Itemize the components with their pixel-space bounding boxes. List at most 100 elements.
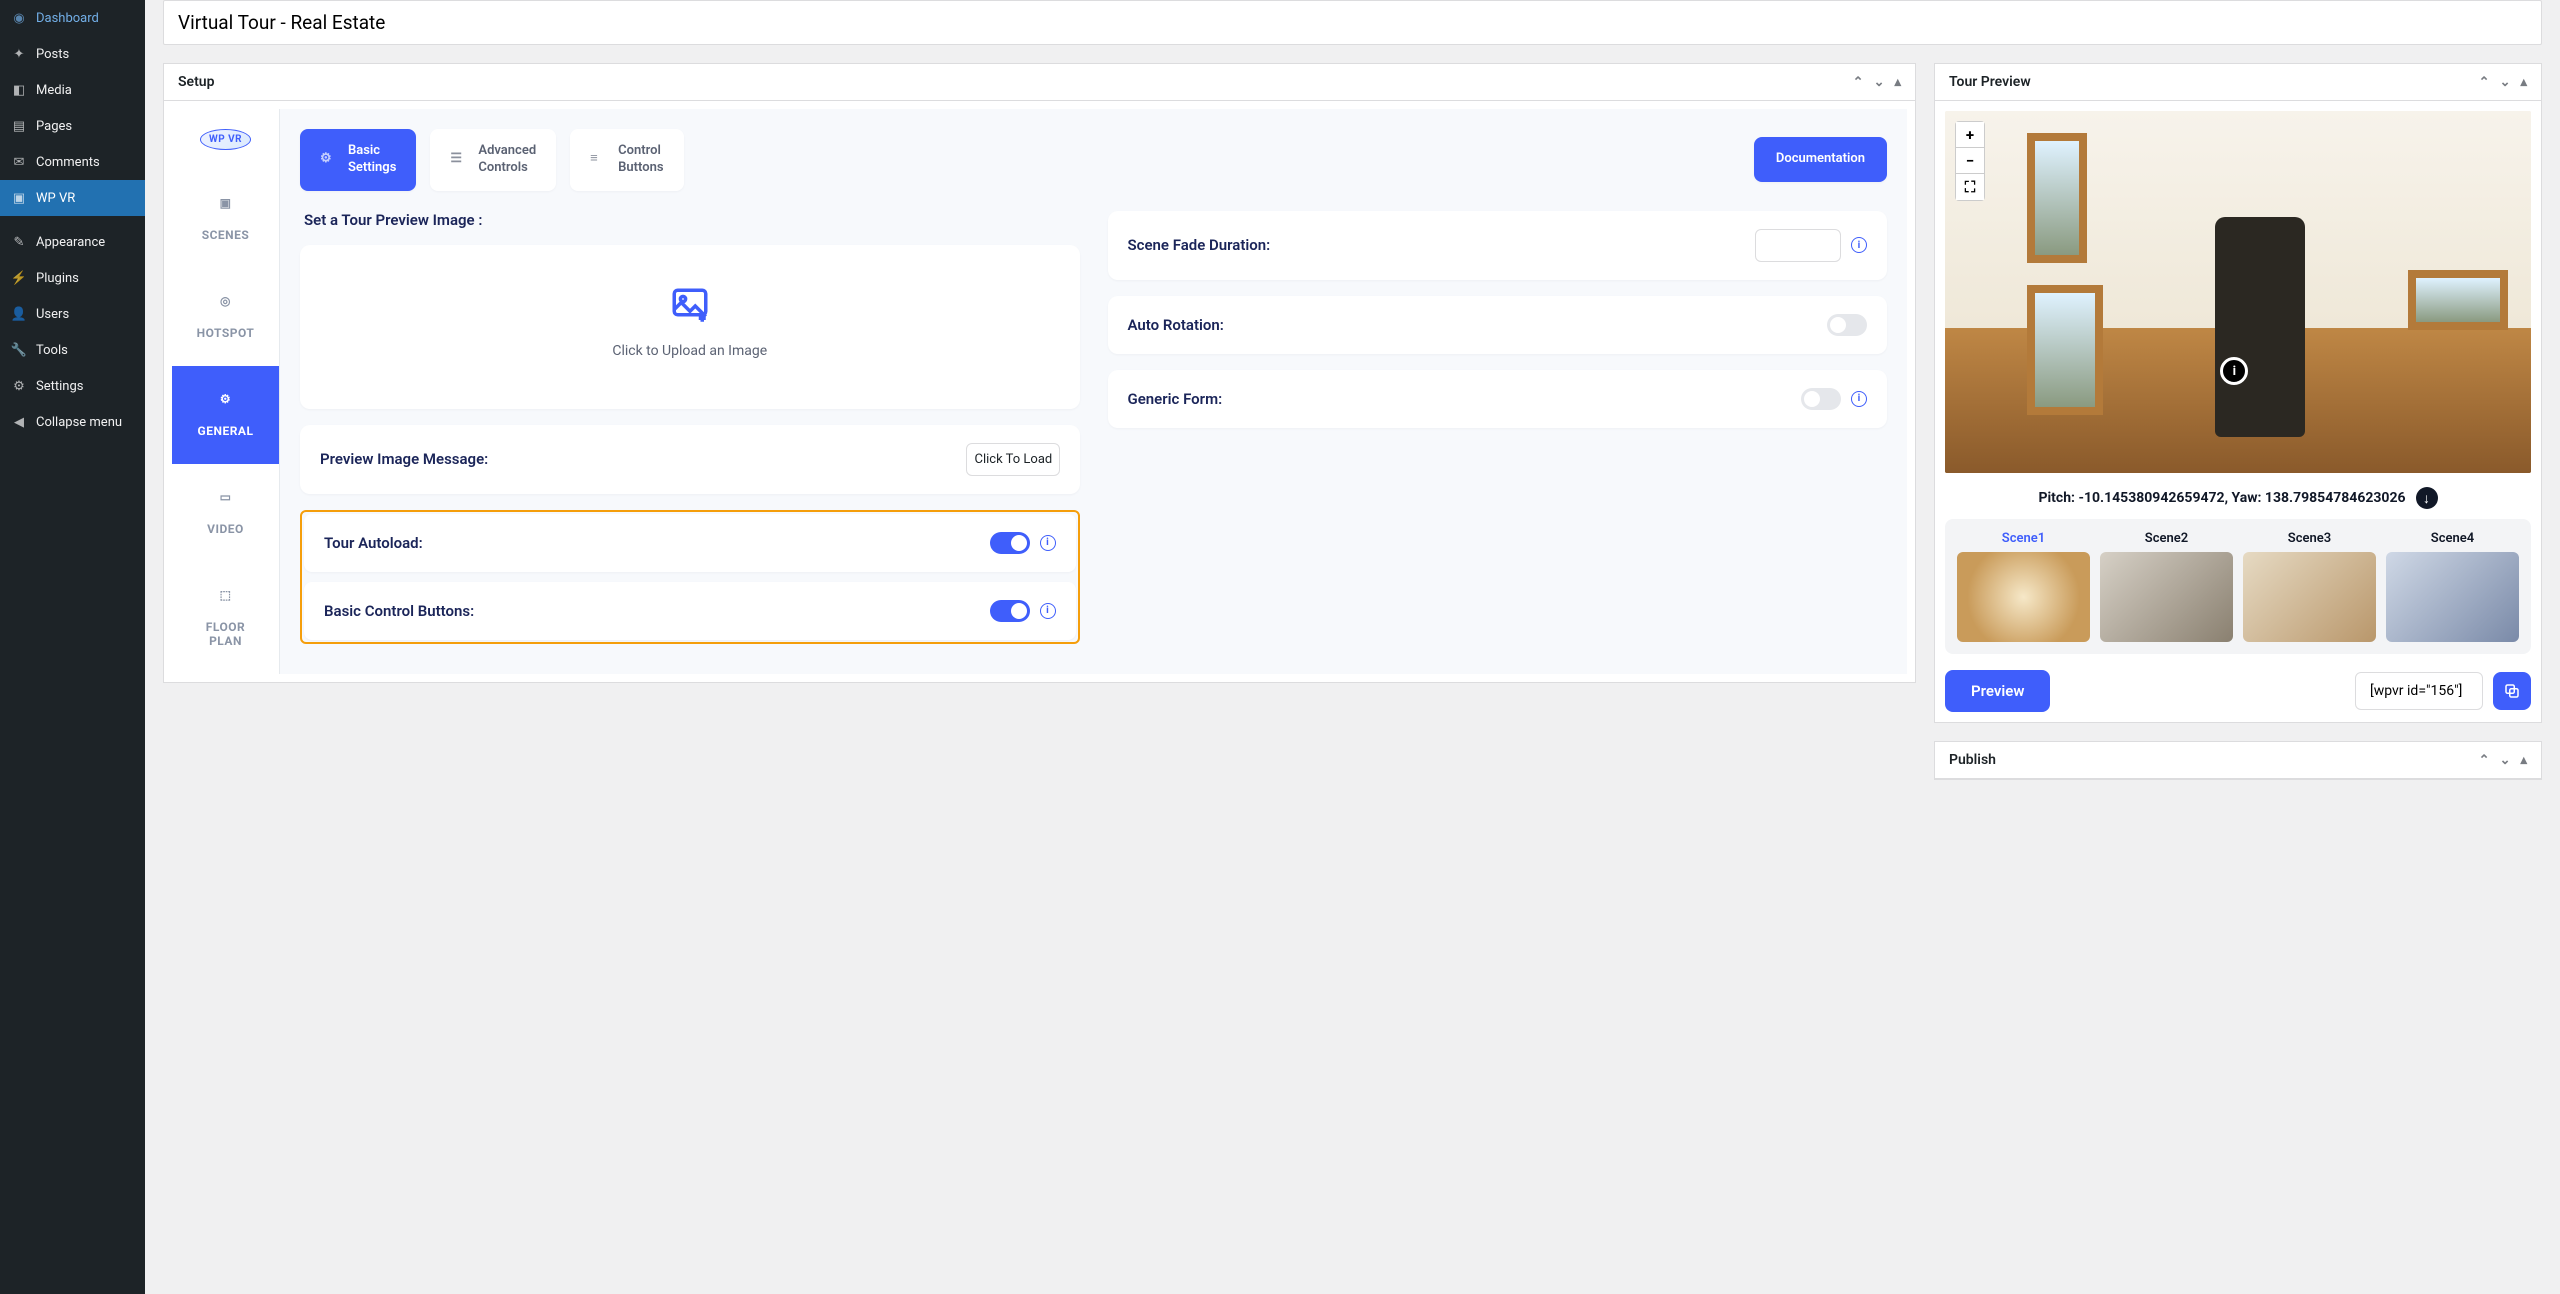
autorotation-label: Auto Rotation:: [1128, 316, 1224, 334]
tab-video[interactable]: ▭VIDEO: [172, 464, 279, 562]
generic-form-label: Generic Form:: [1128, 390, 1223, 408]
setup-horizontal-tabs: ⚙BasicSettings ☰AdvancedControls ≡Contro…: [300, 129, 1887, 191]
vr-icon: ▣: [10, 189, 28, 207]
panorama-viewport[interactable]: i + − ⛶: [1945, 111, 2531, 473]
tab-hotspot[interactable]: ◎HOTSPOT: [172, 268, 279, 366]
sidebar-item-comments[interactable]: ✉Comments: [0, 144, 145, 180]
highlighted-settings: Tour Autoload: i Basic Cont: [300, 510, 1080, 644]
video-icon: ▭: [215, 490, 237, 512]
triangle-up-icon[interactable]: ▴: [2520, 75, 2527, 90]
fullscreen-button[interactable]: ⛶: [1956, 174, 1984, 200]
map-icon: ⬚: [215, 588, 237, 610]
sidebar-item-label: Dashboard: [36, 11, 99, 26]
htab-control-buttons[interactable]: ≡ControlButtons: [570, 129, 683, 191]
preview-image-heading: Set a Tour Preview Image :: [300, 211, 1080, 229]
brush-icon: ✎: [10, 233, 28, 251]
tour-preview-panel: Tour Preview ⌃ ⌄ ▴: [1934, 63, 2542, 723]
scene-thumb-1[interactable]: Scene1: [1957, 531, 2090, 642]
publish-panel-header: Publish ⌃ ⌄ ▴: [1935, 742, 2541, 779]
plug-icon: ⚡: [10, 269, 28, 287]
setup-panel: Setup ⌃ ⌄ ▴ WP VR ▣SCENES ◎HOTSPOT ⚙GENE…: [163, 63, 1916, 683]
caret-down-icon[interactable]: ⌄: [2500, 753, 2511, 768]
generic-form-toggle[interactable]: [1801, 388, 1841, 410]
wpvr-logo: WP VR: [200, 129, 251, 150]
wp-admin-sidebar: ◉ Dashboard ✦Posts ◧Media ▤Pages ✉Comment…: [0, 0, 145, 1294]
user-icon: 👤: [10, 305, 28, 323]
caret-up-icon[interactable]: ⌃: [2479, 753, 2490, 768]
sidebar-item-label: Users: [36, 307, 69, 322]
sidebar-item-appearance[interactable]: ✎Appearance: [0, 224, 145, 260]
scene-thumb-4[interactable]: Scene4: [2386, 531, 2519, 642]
tab-scenes[interactable]: ▣SCENES: [172, 170, 279, 268]
zoom-in-button[interactable]: +: [1956, 122, 1984, 148]
preview-panel-title: Tour Preview: [1949, 74, 2031, 90]
info-icon[interactable]: i: [1851, 391, 1867, 407]
fade-duration-row: Scene Fade Duration: i: [1108, 211, 1888, 280]
media-icon: ◧: [10, 81, 28, 99]
sidebar-item-label: Tools: [36, 343, 68, 358]
sidebar-item-wpvr[interactable]: ▣ WP VR: [0, 180, 145, 216]
caret-up-icon[interactable]: ⌃: [1853, 75, 1864, 90]
autoload-toggle[interactable]: [990, 532, 1030, 554]
sidebar-item-media[interactable]: ◧Media: [0, 72, 145, 108]
triangle-up-icon[interactable]: ▴: [1894, 75, 1901, 90]
tab-general[interactable]: ⚙GENERAL: [172, 366, 279, 464]
copy-icon: [2503, 682, 2521, 700]
tour-title-input[interactable]: [163, 0, 2542, 45]
download-coords-button[interactable]: ↓: [2416, 487, 2438, 509]
sidebar-item-settings[interactable]: ⚙ Settings: [0, 368, 145, 404]
sidebar-item-collapse[interactable]: ◀ Collapse menu: [0, 404, 145, 440]
shortcode-input[interactable]: [2355, 672, 2483, 710]
collapse-icon: ◀: [10, 413, 28, 431]
info-icon[interactable]: i: [1040, 603, 1056, 619]
target-icon: ◎: [215, 294, 237, 316]
settings-icon: ⚙: [10, 377, 28, 395]
sidebar-item-tools[interactable]: 🔧Tools: [0, 332, 145, 368]
pitch-yaw-readout: Pitch: -10.145380942659472, Yaw: 138.798…: [1945, 473, 2531, 519]
image-upload-icon: [669, 285, 711, 327]
main-content: Setup ⌃ ⌄ ▴ WP VR ▣SCENES ◎HOTSPOT ⚙GENE…: [145, 0, 2560, 1294]
info-icon[interactable]: i: [1851, 237, 1867, 253]
sidebar-item-pages[interactable]: ▤Pages: [0, 108, 145, 144]
triangle-up-icon[interactable]: ▴: [2520, 753, 2527, 768]
basic-controls-label: Basic Control Buttons:: [324, 602, 474, 620]
caret-up-icon[interactable]: ⌃: [2479, 75, 2490, 90]
gear-icon: ⚙: [320, 151, 338, 169]
preview-message-row: Preview Image Message: Click To Load: [300, 425, 1080, 494]
upload-preview-image[interactable]: Click to Upload an Image: [300, 245, 1080, 409]
fade-duration-input[interactable]: [1755, 229, 1841, 262]
scene-thumbnails: Scene1 Scene2 Scene3 Scene4: [1945, 519, 2531, 654]
sidebar-item-label: Settings: [36, 379, 83, 394]
setup-vertical-tabs: WP VR ▣SCENES ◎HOTSPOT ⚙GENERAL ▭VIDEO ⬚…: [172, 109, 280, 674]
documentation-button[interactable]: Documentation: [1754, 137, 1887, 182]
sidebar-item-label: Comments: [36, 155, 100, 170]
tab-floorplan[interactable]: ⬚FLOORPLAN: [172, 562, 279, 674]
scene-thumb-3[interactable]: Scene3: [2243, 531, 2376, 642]
htab-basic-settings[interactable]: ⚙BasicSettings: [300, 129, 416, 191]
publish-panel-title: Publish: [1949, 752, 1996, 768]
sidebar-item-dashboard[interactable]: ◉ Dashboard: [0, 0, 145, 36]
sidebar-item-posts[interactable]: ✦Posts: [0, 36, 145, 72]
setup-panel-header: Setup ⌃ ⌄ ▴: [164, 64, 1915, 101]
adjust-icon: ≡: [590, 151, 608, 169]
autorotation-toggle[interactable]: [1827, 314, 1867, 336]
htab-advanced-controls[interactable]: ☰AdvancedControls: [430, 129, 556, 191]
caret-down-icon[interactable]: ⌄: [1874, 75, 1885, 90]
sidebar-item-plugins[interactable]: ⚡Plugins: [0, 260, 145, 296]
copy-shortcode-button[interactable]: [2493, 672, 2531, 710]
preview-message-input[interactable]: Click To Load: [966, 443, 1060, 476]
pitch-text: Pitch: -10.145380942659472, Yaw: 138.798…: [2038, 490, 2405, 506]
thumbnail-image: [1957, 552, 2090, 642]
gauge-icon: ◉: [10, 9, 28, 27]
caret-down-icon[interactable]: ⌄: [2500, 75, 2511, 90]
info-icon[interactable]: i: [1040, 535, 1056, 551]
zoom-out-button[interactable]: −: [1956, 148, 1984, 174]
sidebar-item-label: Collapse menu: [36, 415, 122, 430]
setup-content: ⚙BasicSettings ☰AdvancedControls ≡Contro…: [280, 109, 1907, 674]
basic-controls-toggle[interactable]: [990, 600, 1030, 622]
wpvr-logo-tab: WP VR: [172, 109, 279, 170]
sidebar-item-users[interactable]: 👤 Users: [0, 296, 145, 332]
preview-button[interactable]: Preview: [1945, 670, 2050, 712]
sidebar-item-label: WP VR: [36, 191, 75, 206]
scene-thumb-2[interactable]: Scene2: [2100, 531, 2233, 642]
